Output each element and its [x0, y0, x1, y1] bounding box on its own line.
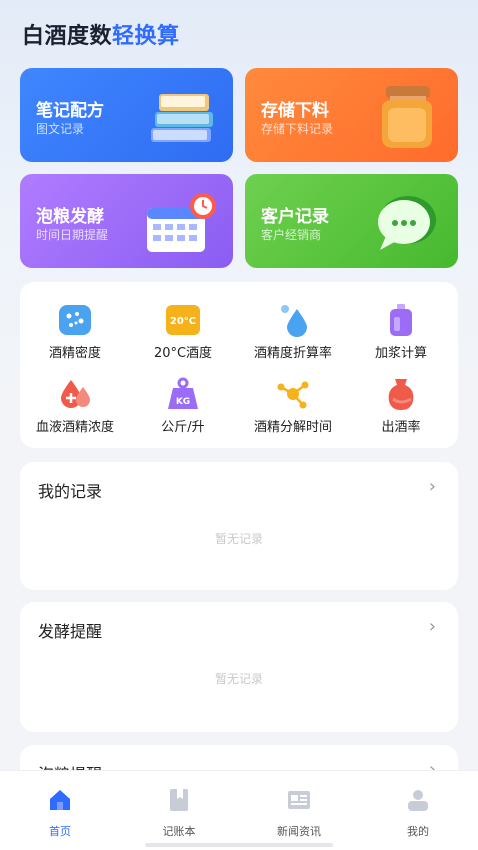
card-subtitle: 时间日期提醒	[36, 228, 109, 242]
tool-dilution-calc[interactable]: 加浆计算	[351, 302, 451, 361]
app-title-part1: 白酒度数	[22, 24, 113, 49]
weight-icon: KG	[163, 376, 203, 412]
molecule-icon	[273, 376, 313, 412]
tool-label: 出酒率	[381, 420, 421, 435]
tool-kg-per-liter[interactable]: KG 公斤/升	[133, 376, 233, 435]
tool-label: 公斤/升	[161, 420, 205, 435]
tool-badge-text: KG	[176, 397, 190, 407]
section-title: 我的记录	[38, 482, 103, 501]
jar-icon	[381, 376, 421, 412]
tab-label: 我的	[407, 825, 429, 838]
books-icon	[151, 94, 213, 142]
app-title: 白酒度数轻换算	[22, 18, 180, 50]
section-fermentation-reminder[interactable]: 发酵提醒 › 暂无记录	[20, 602, 458, 732]
tool-label: 血液酒精浓度	[35, 420, 114, 435]
card-title: 笔记配方	[36, 101, 104, 121]
card-subtitle: 存储下料记录	[261, 122, 334, 136]
calendar-clock-icon	[147, 193, 216, 252]
section-title: 发酵提醒	[38, 622, 103, 641]
water-drop-icon	[273, 302, 313, 338]
app-title-part2: 轻换算	[112, 24, 180, 49]
tab-label: 新闻资讯	[277, 825, 321, 838]
card-fermentation[interactable]: 泡粮发酵 时间日期提醒	[20, 174, 233, 268]
card-storage[interactable]: 存储下料 存储下料记录	[245, 68, 458, 162]
home-icon	[50, 790, 70, 810]
tool-label: 20°C酒度	[153, 346, 213, 361]
chat-bubble-icon	[378, 196, 436, 250]
tab-profile[interactable]: 我的	[378, 787, 458, 839]
tab-news[interactable]: 新闻资讯	[259, 787, 339, 839]
dots-icon	[55, 302, 95, 338]
tool-alcohol-decomposition[interactable]: 酒精分解时间	[243, 376, 343, 435]
chevron-right-icon[interactable]: ›	[429, 476, 436, 497]
thermo-badge-icon: 20°C	[163, 302, 203, 338]
bottom-tab-bar: 首页 记账本 新闻资讯 我的	[0, 770, 478, 850]
tool-label: 酒精度折算率	[253, 346, 332, 361]
tool-label: 酒精密度	[48, 346, 101, 361]
tab-label: 首页	[49, 825, 71, 838]
chevron-right-icon[interactable]: ›	[429, 616, 436, 637]
bottle-icon	[381, 302, 421, 338]
tab-label: 记账本	[162, 825, 196, 838]
card-customers[interactable]: 客户记录 客户经销商	[245, 174, 458, 268]
tool-abv-conversion[interactable]: 酒精度折算率	[243, 302, 343, 361]
tool-20c-abv[interactable]: 20°C 20°C酒度	[133, 302, 233, 361]
section-my-records[interactable]: 我的记录 › 暂无记录	[20, 462, 458, 590]
card-notes-recipe[interactable]: 笔记配方 图文记录	[20, 68, 233, 162]
tool-badge-text: 20°C	[170, 316, 196, 327]
card-title: 泡粮发酵	[36, 207, 104, 227]
tool-label: 酒精分解时间	[253, 420, 332, 435]
card-subtitle: 客户经销商	[261, 228, 322, 242]
tool-blood-alcohol[interactable]: 血液酒精浓度	[25, 376, 125, 435]
card-subtitle: 图文记录	[36, 122, 85, 136]
home-indicator	[145, 843, 333, 847]
news-icon	[288, 791, 310, 809]
tool-label: 加浆计算	[374, 346, 427, 361]
notebook-icon	[170, 789, 188, 811]
blood-drop-icon	[55, 376, 95, 412]
tab-ledger[interactable]: 记账本	[139, 787, 219, 839]
tool-alcohol-density[interactable]: 酒精密度	[25, 302, 125, 361]
honey-jar-icon	[382, 86, 432, 148]
profile-icon	[408, 790, 428, 811]
tool-liquor-yield[interactable]: 出酒率	[351, 376, 451, 435]
tools-panel: 酒精密度 20°C 20°C酒度 酒精度折算率 加浆计算 血液酒精浓度 KG 公…	[20, 282, 458, 448]
empty-state-text: 暂无记录	[214, 672, 263, 686]
card-title: 存储下料	[261, 101, 329, 121]
card-title: 客户记录	[261, 207, 329, 227]
empty-state-text: 暂无记录	[214, 532, 263, 546]
tab-home[interactable]: 首页	[20, 787, 100, 839]
